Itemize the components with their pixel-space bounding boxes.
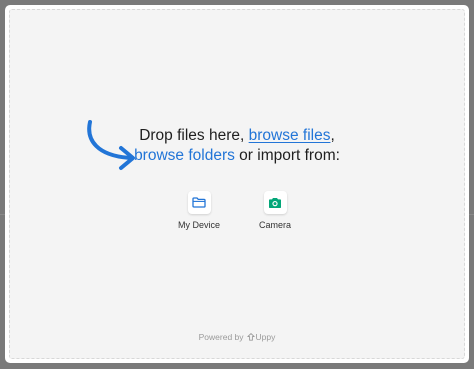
powered-by-footer: Powered by Uppy <box>5 332 469 342</box>
uppy-brand-link[interactable]: Uppy <box>246 332 276 342</box>
uppy-brand-label: Uppy <box>255 332 276 342</box>
camera-icon <box>263 191 287 214</box>
provider-list: My Device Camera <box>5 191 469 230</box>
drop-prompt-line-2: browse folders or import from: <box>5 146 469 166</box>
provider-camera[interactable]: Camera <box>247 191 303 230</box>
provider-my-device[interactable]: My Device <box>171 191 227 230</box>
drop-prompt-line-1: Drop files here, browse files, <box>5 126 469 146</box>
drop-zone[interactable] <box>9 9 465 359</box>
provider-label: Camera <box>258 220 291 230</box>
import-from-text: or import from: <box>234 147 340 164</box>
provider-label: My Device <box>177 220 220 230</box>
powered-by-text: Powered by <box>198 332 244 342</box>
uppy-dashboard: Drop files here, browse files, browse fo… <box>5 5 469 363</box>
drop-prompt-comma: , <box>330 127 335 144</box>
drop-prompt: Drop files here, browse files, browse fo… <box>5 126 469 166</box>
browse-files-link[interactable]: browse files <box>249 127 331 144</box>
drop-prompt-text: Drop files here, <box>139 127 249 144</box>
browse-folders-link[interactable]: browse folders <box>134 147 235 164</box>
folder-icon <box>187 191 211 214</box>
uppy-logo-icon <box>246 333 255 341</box>
